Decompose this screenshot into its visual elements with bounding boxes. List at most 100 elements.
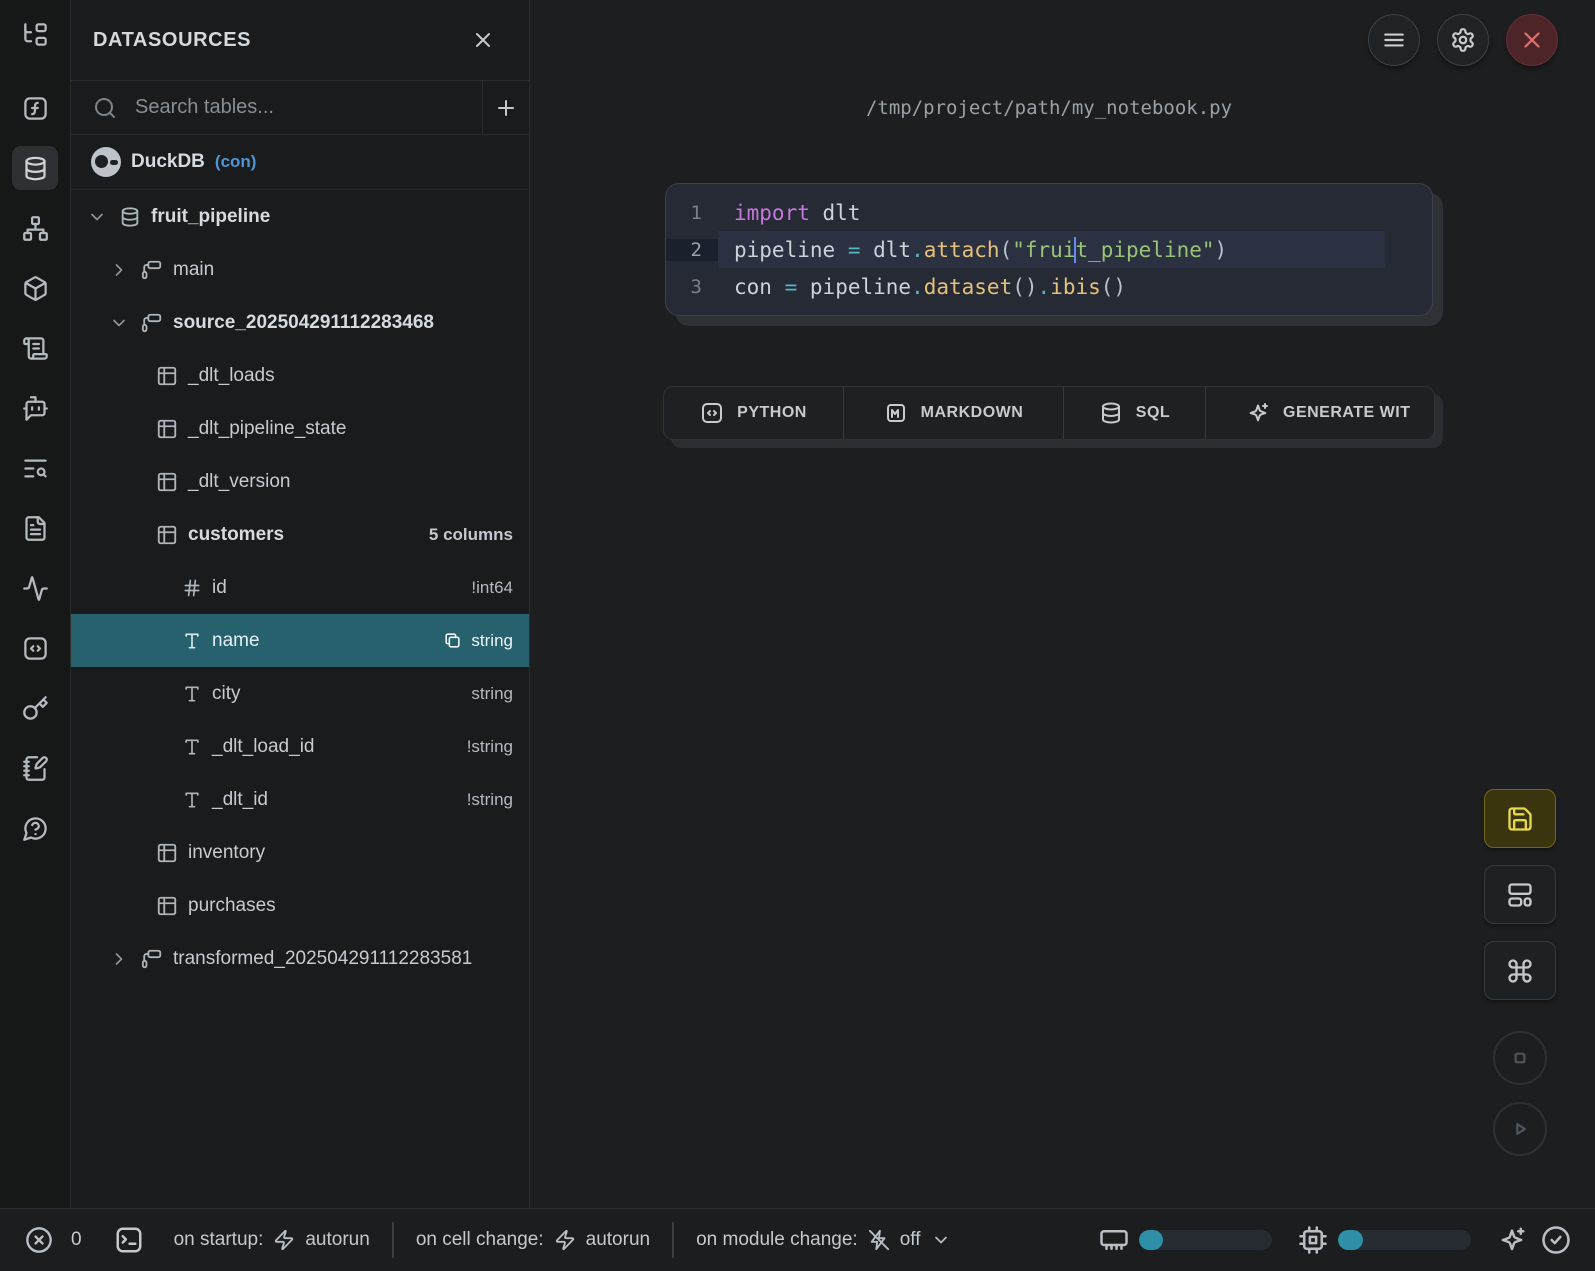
code-line-2[interactable]: 2pipeline = dlt.attach("fruit_pipeline") <box>666 231 1432 268</box>
tree-item-label: id <box>212 577 227 599</box>
tree-item-meta: !string <box>467 790 513 810</box>
cell-button-label: MARKDOWN <box>921 404 1024 422</box>
chevron-down-icon[interactable] <box>87 207 109 227</box>
toggle-label: on module change: <box>696 1229 858 1251</box>
code-token: dlt <box>823 201 861 225</box>
rail-item-documentation[interactable] <box>12 506 58 550</box>
tree-item-fruit_pipeline[interactable]: fruit_pipeline <box>71 190 529 243</box>
code-line-3[interactable]: 3con = pipeline.dataset().ibis() <box>666 268 1432 305</box>
close-app-button[interactable] <box>1506 14 1558 66</box>
chevron-down-icon <box>931 1230 951 1250</box>
on-startup-toggle[interactable]: on startup:autorun <box>174 1229 370 1251</box>
toggle-value: autorun <box>586 1229 650 1251</box>
zap-icon <box>554 1229 576 1251</box>
tree-item-label: DuckDB <box>131 151 205 173</box>
type-icon <box>182 631 202 651</box>
rail-item-logs[interactable] <box>12 446 58 490</box>
add-markdown-cell-button[interactable]: MARKDOWN <box>844 387 1064 439</box>
terminal-button[interactable] <box>114 1225 144 1255</box>
rail-item-functions[interactable] <box>12 86 58 130</box>
code-token: t_pipeline" <box>1075 238 1214 262</box>
tree-item-customers[interactable]: customers5 columns <box>71 508 529 561</box>
errors-indicator[interactable]: 0 <box>25 1226 82 1254</box>
tree-item-label: purchases <box>188 895 276 917</box>
tree-item-label: _dlt_version <box>188 471 290 493</box>
play-icon <box>1507 1116 1533 1142</box>
rail-item-packages[interactable] <box>12 266 58 310</box>
generate-with-ai-button[interactable]: GENERATE WIT <box>1206 387 1435 439</box>
chevron-right-icon[interactable] <box>109 949 131 969</box>
type-icon <box>182 790 202 810</box>
tree-item-label: _dlt_load_id <box>212 736 314 758</box>
code-token <box>810 201 823 225</box>
tree-item-city[interactable]: citystring <box>71 667 529 720</box>
on-module-change-toggle[interactable]: on module change:off <box>696 1229 950 1251</box>
tree-item-_dlt_loads[interactable]: _dlt_loads <box>71 349 529 402</box>
toggle-value: autorun <box>305 1229 369 1251</box>
copy-icon[interactable] <box>443 631 462 650</box>
stop-kernel-button[interactable] <box>1493 1031 1547 1085</box>
code-line-1[interactable]: 1import dlt <box>666 194 1432 231</box>
search-row: Search tables... <box>71 81 529 135</box>
run-cells-button[interactable] <box>1493 1102 1547 1156</box>
file-text-icon <box>22 515 49 542</box>
rail-item-help[interactable] <box>12 806 58 850</box>
tree-item-_dlt_pipeline_state[interactable]: _dlt_pipeline_state <box>71 402 529 455</box>
chevron-right-icon[interactable] <box>109 260 131 280</box>
database-icon <box>1099 401 1123 425</box>
rail-item-scratchpad[interactable] <box>12 746 58 790</box>
tree-item-_dlt_id[interactable]: _dlt_id!string <box>71 773 529 826</box>
tree-item-purchases[interactable]: purchases <box>71 879 529 932</box>
settings-button[interactable] <box>1437 14 1489 66</box>
sparkles-icon[interactable] <box>1497 1225 1527 1255</box>
rail-item-file-tree[interactable] <box>12 12 58 56</box>
activity-rail <box>0 0 71 1208</box>
add-python-cell-button[interactable]: PYTHON <box>664 387 844 439</box>
file-tree-icon <box>22 21 49 48</box>
tree-item-inventory[interactable]: inventory <box>71 826 529 879</box>
chevron-down-icon[interactable] <box>109 313 131 333</box>
add-datasource-button[interactable] <box>482 81 529 134</box>
tree-item-meta: !string <box>467 737 513 757</box>
cpu-usage-meter-fill <box>1338 1230 1363 1250</box>
rail-item-ai-chat[interactable] <box>12 386 58 430</box>
type-icon <box>182 737 202 757</box>
rail-item-datasources[interactable] <box>12 146 58 190</box>
check-circle-icon[interactable] <box>1541 1225 1571 1255</box>
tree-item-source_202504291112283468[interactable]: source_202504291112283468 <box>71 296 529 349</box>
table-icon <box>156 842 178 864</box>
status-divider <box>672 1222 674 1258</box>
duckdb-logo-icon <box>91 147 121 177</box>
table-icon <box>156 471 178 493</box>
top-right-toolbar <box>1368 14 1558 66</box>
code-token <box>772 275 785 299</box>
column-type: !int64 <box>471 578 513 598</box>
tree-item-meta: string <box>443 631 513 651</box>
rail-item-dependencies[interactable] <box>12 206 58 250</box>
tree-item-_dlt_load_id[interactable]: _dlt_load_id !string <box>71 720 529 773</box>
rail-item-outline[interactable] <box>12 326 58 370</box>
circle-x-icon <box>25 1226 53 1254</box>
tree-item-id[interactable]: id !int64 <box>71 561 529 614</box>
code-token: . <box>911 275 924 299</box>
save-notebook-button[interactable] <box>1484 789 1556 848</box>
code-text: pipeline = dlt.attach("fruit_pipeline") <box>718 231 1385 268</box>
tree-item-_dlt_version[interactable]: _dlt_version <box>71 455 529 508</box>
layout-mode-button[interactable] <box>1484 865 1556 924</box>
on-cell-change-toggle[interactable]: on cell change:autorun <box>416 1229 650 1251</box>
tree-item-main[interactable]: main <box>71 243 529 296</box>
add-sql-cell-button[interactable]: SQL <box>1064 387 1206 439</box>
tree-item-duckdb[interactable]: DuckDB(con) <box>71 135 529 190</box>
table-icon <box>156 895 178 917</box>
rail-item-tracing[interactable] <box>12 566 58 610</box>
search-tables-input[interactable]: Search tables... <box>71 81 482 134</box>
tree-item-transformed_202504291112283581[interactable]: transformed_202504291112283581 <box>71 932 529 985</box>
keyboard-shortcuts-button[interactable] <box>1484 941 1556 1000</box>
rail-item-secrets[interactable] <box>12 686 58 730</box>
rail-item-snippets[interactable] <box>12 626 58 670</box>
close-icon <box>471 28 495 52</box>
tree-item-name[interactable]: namestring <box>71 614 529 667</box>
menu-button[interactable] <box>1368 14 1420 66</box>
code-cell[interactable]: 1import dlt2pipeline = dlt.attach("fruit… <box>665 183 1433 316</box>
panel-close-button[interactable] <box>471 28 495 52</box>
